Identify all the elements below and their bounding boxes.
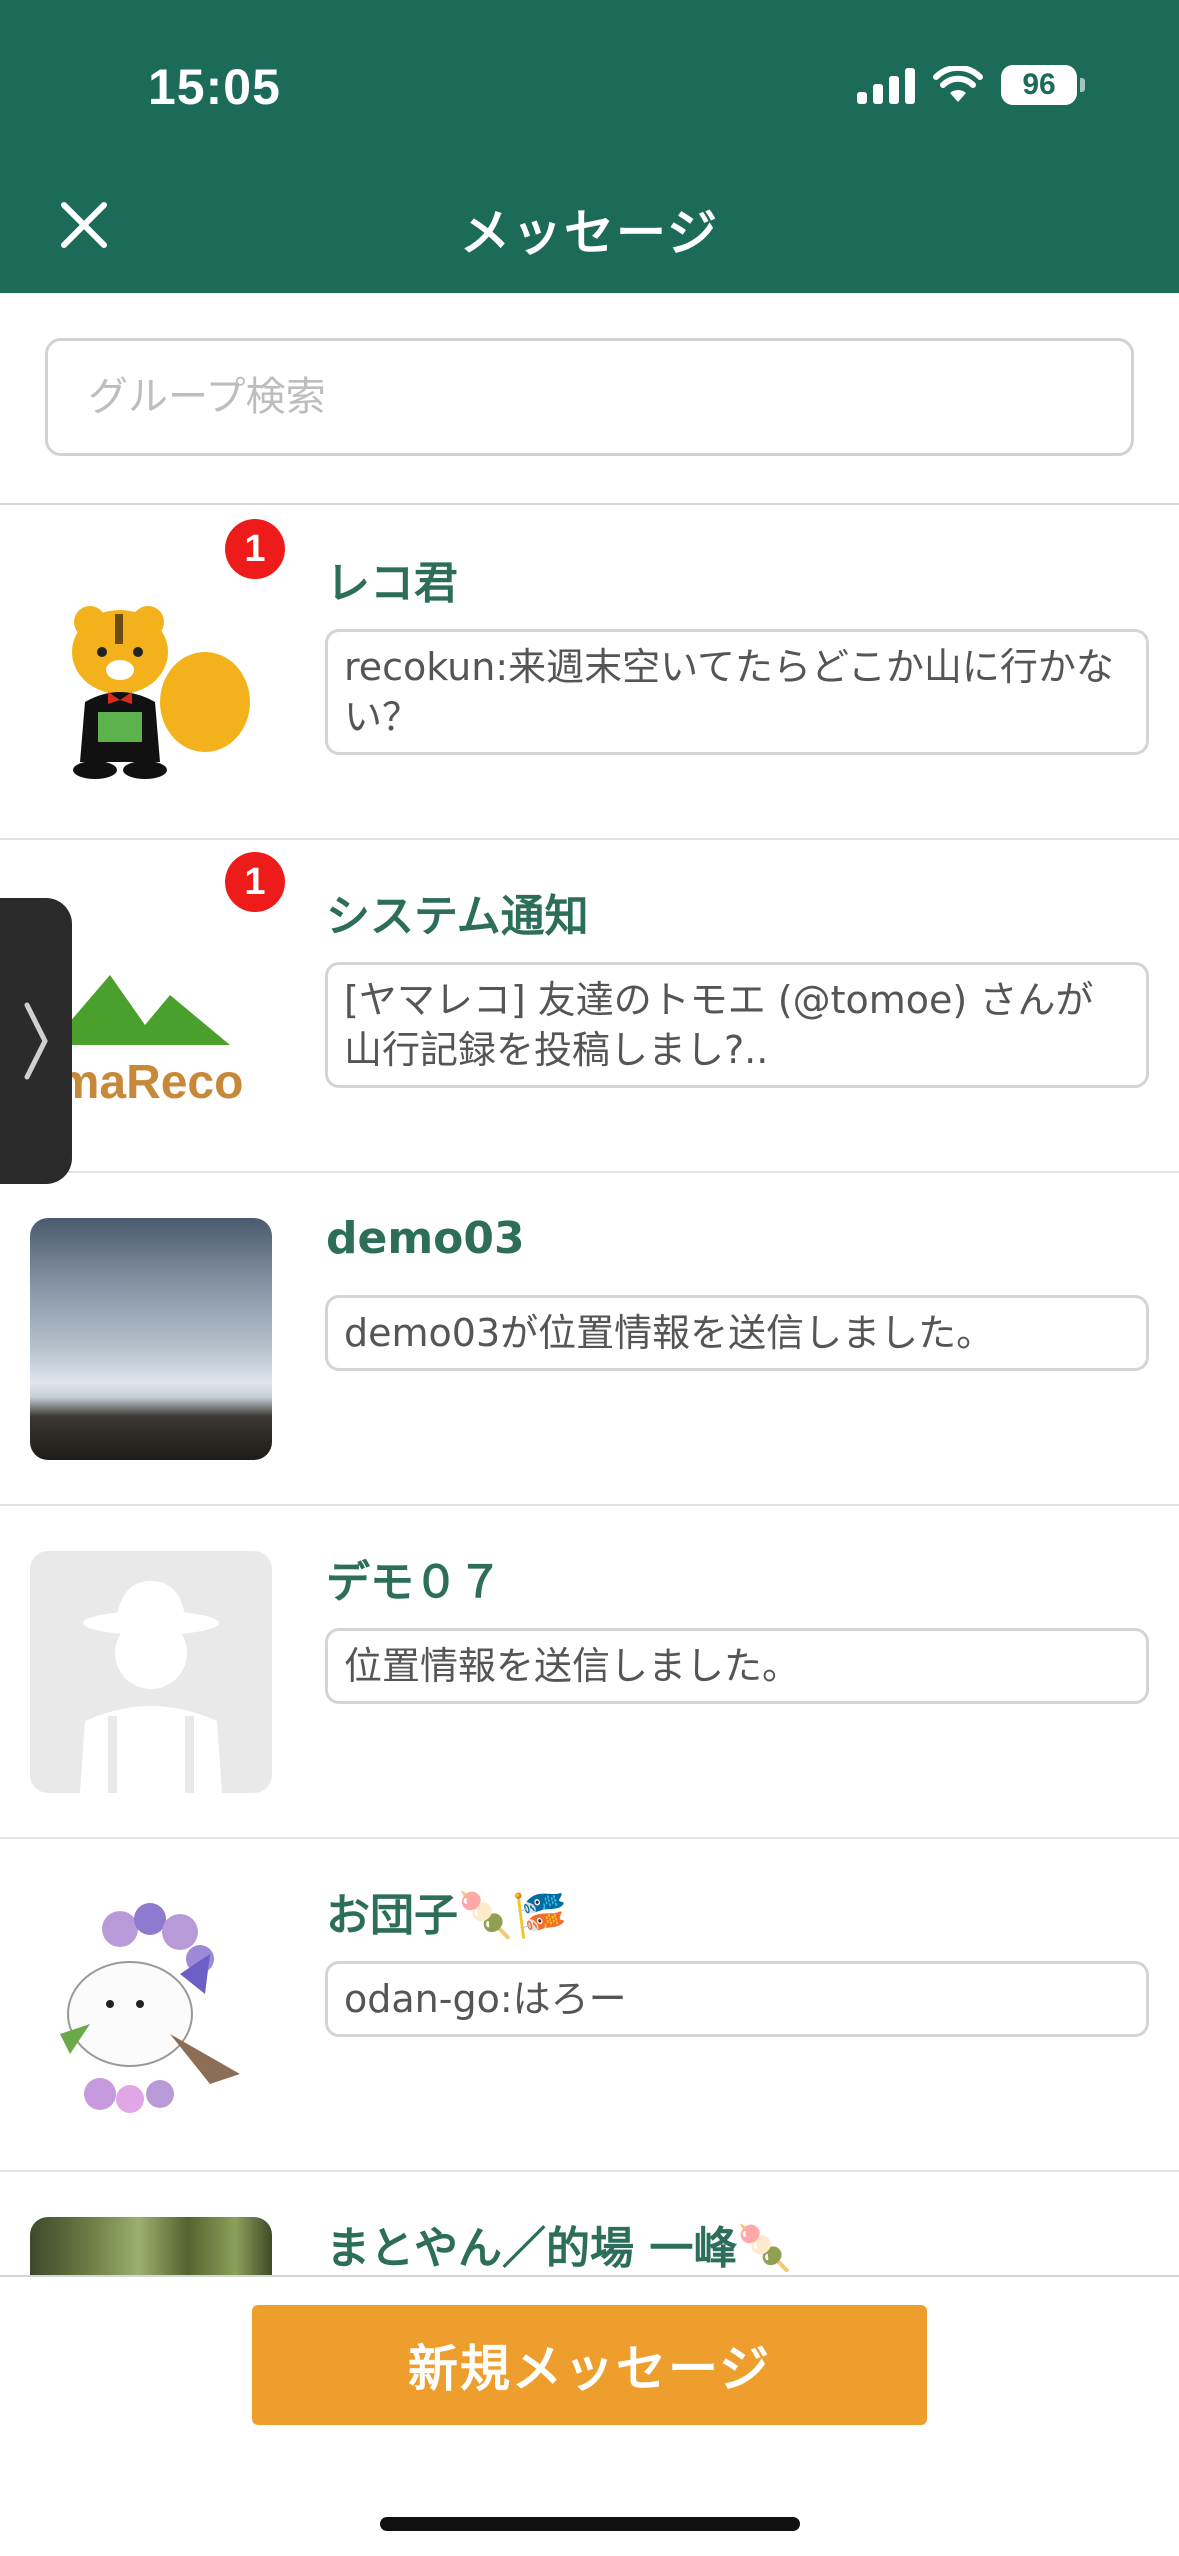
thread-row[interactable]: デモ０７ 位置情報を送信しました。 xyxy=(0,1506,1179,1839)
home-indicator[interactable] xyxy=(380,2517,800,2531)
thread-preview: 位置情報を送信しました。 xyxy=(325,1628,1149,1704)
new-message-button[interactable]: 新規メッセージ xyxy=(252,2305,927,2425)
thread-name: デモ０７ xyxy=(326,1557,502,1608)
avatar xyxy=(30,1218,272,1460)
thread-name: お団子🍡🎏 xyxy=(326,1890,568,1941)
avatar xyxy=(30,552,272,794)
search-bar xyxy=(0,293,1179,505)
thread-row[interactable]: amaReco 1 システム通知 [ヤマレコ] 友達のトモエ (@tomoe) … xyxy=(0,840,1179,1173)
header-bar: 15:05 96 メッセージ xyxy=(0,0,1179,293)
avatar xyxy=(30,2217,272,2275)
thread-name: まとやん／的場 一峰🍡 xyxy=(326,2223,793,2274)
thread-row[interactable]: まとやん／的場 一峰🍡 xyxy=(0,2172,1179,2275)
thread-name: レコ君 xyxy=(326,558,458,609)
group-search-input[interactable] xyxy=(45,338,1134,456)
thread-row[interactable]: お団子🍡🎏 odan-go:はろー xyxy=(0,1839,1179,2172)
unread-badge: 1 xyxy=(225,519,285,579)
thread-preview: demo03が位置情報を送信しました。 xyxy=(325,1295,1149,1371)
page-title: メッセージ xyxy=(460,204,719,262)
battery-icon: 96 xyxy=(1001,65,1085,105)
thread-row[interactable]: 1 レコ君 recokun:来週末空いてたらどこか山に行かない？ xyxy=(0,507,1179,840)
cellular-signal-icon xyxy=(857,66,915,104)
unread-badge: 1 xyxy=(225,852,285,912)
bottom-bar: 新規メッセージ xyxy=(0,2275,1179,2556)
default-user-icon xyxy=(80,1581,222,1793)
status-time: 15:05 xyxy=(148,59,281,115)
thread-preview: recokun:来週末空いてたらどこか山に行かない？ xyxy=(325,629,1149,755)
thread-name: システム通知 xyxy=(326,891,589,942)
thread-preview: [ヤマレコ] 友達のトモエ (@tomoe) さんが山行記録を投稿しまし?.. xyxy=(325,962,1149,1088)
chevron-right-icon xyxy=(24,1002,48,1080)
squirrel-mascot-icon xyxy=(30,552,272,794)
bird-flower-icon xyxy=(60,1903,240,2113)
side-drawer-handle[interactable] xyxy=(0,898,72,1184)
thread-name: demo03 xyxy=(326,1213,525,1264)
thread-list[interactable]: 1 レコ君 recokun:来週末空いてたらどこか山に行かない？ amaReco… xyxy=(0,507,1179,2275)
avatar xyxy=(30,1551,272,1793)
thread-preview: odan-go:はろー xyxy=(325,1961,1149,2037)
thread-row[interactable]: demo03 demo03が位置情報を送信しました。 xyxy=(0,1173,1179,1506)
avatar xyxy=(30,1884,272,2126)
wifi-icon xyxy=(933,66,983,102)
status-icons: 96 xyxy=(857,62,1085,108)
